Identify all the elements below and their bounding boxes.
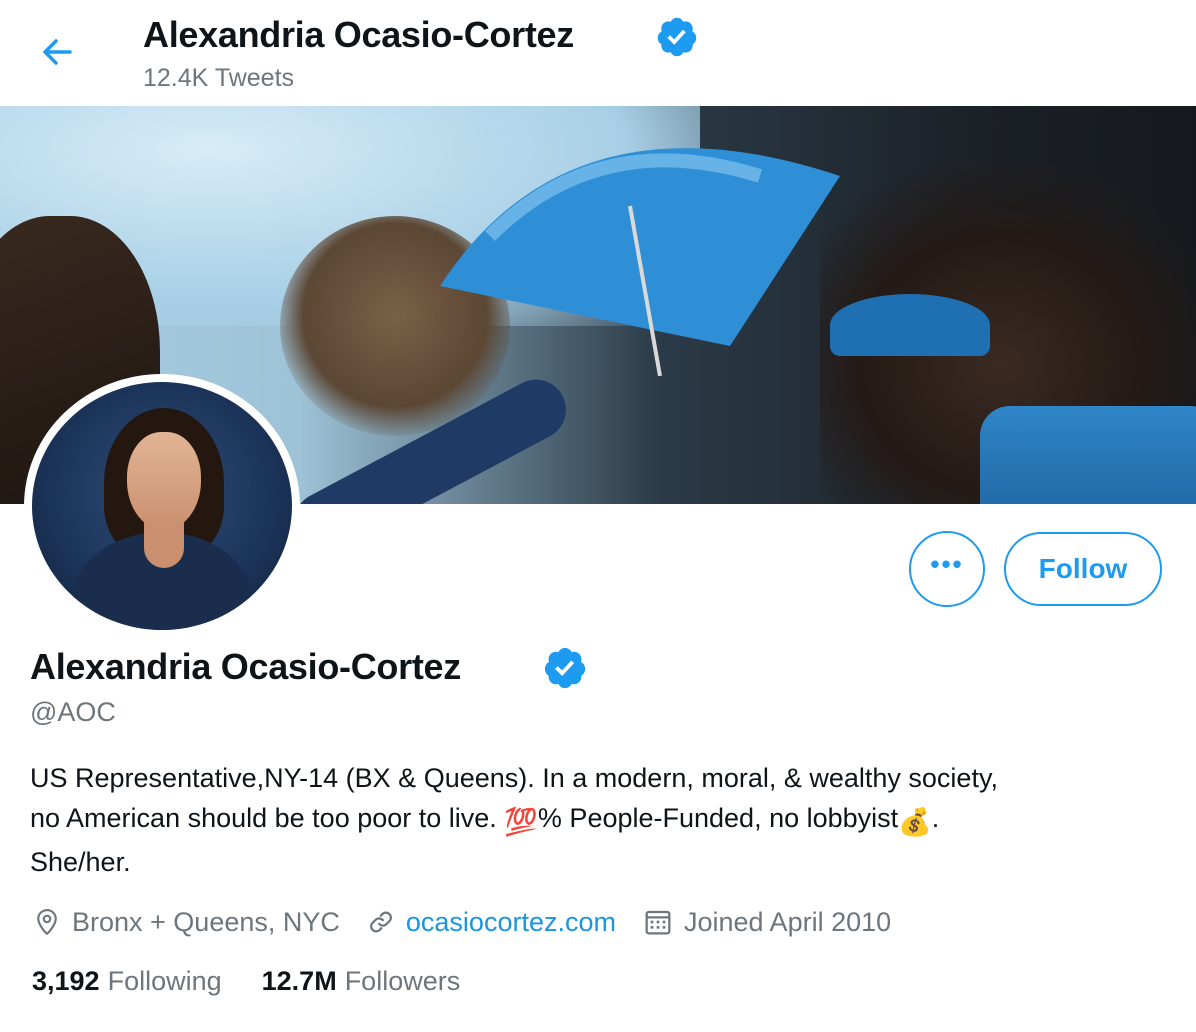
location-item: Bronx + Queens, NYC xyxy=(32,907,340,938)
profile-bio: US Representative,NY-14 (BX & Queens). I… xyxy=(30,758,1170,882)
profile-meta: Bronx + Queens, NYC ocasiocortez.com Joi… xyxy=(32,902,917,942)
verified-badge-icon xyxy=(657,17,697,57)
following-label: Following xyxy=(107,966,222,996)
bio-line: no American should be too poor to live. … xyxy=(30,798,1170,842)
joined-item: Joined April 2010 xyxy=(642,906,891,938)
bio-line: She/her. xyxy=(30,847,131,877)
link-icon xyxy=(369,911,392,933)
arrow-left-icon xyxy=(43,39,72,65)
profile-header: Alexandria Ocasio-Cortez 12.4K Tweets xyxy=(0,0,1196,106)
hundred-points-icon: 💯 xyxy=(504,807,538,837)
more-options-button[interactable]: ••• xyxy=(909,531,985,607)
header-title: Alexandria Ocasio-Cortez xyxy=(143,14,574,55)
website-link[interactable]: ocasiocortez.com xyxy=(406,907,616,938)
following-link[interactable]: 3,192 Following xyxy=(32,966,222,997)
profile-name: Alexandria Ocasio-Cortez xyxy=(30,646,461,687)
location-text: Bronx + Queens, NYC xyxy=(72,906,340,937)
followers-link[interactable]: 12.7M Followers xyxy=(262,966,461,997)
profile-avatar[interactable] xyxy=(24,374,300,638)
calendar-icon xyxy=(645,910,671,935)
profile-handle: @AOC xyxy=(30,697,116,727)
joined-date: Joined April 2010 xyxy=(683,906,892,937)
location-pin-icon xyxy=(37,909,57,935)
back-button[interactable] xyxy=(36,30,80,74)
verified-badge-icon xyxy=(544,647,586,689)
follow-button[interactable]: Follow xyxy=(1004,532,1162,606)
more-dots-icon: ••• xyxy=(930,549,964,579)
website-item: ocasiocortez.com xyxy=(366,907,616,938)
following-count: 3,192 xyxy=(32,966,100,996)
profile-stats: 3,192 Following 12.7M Followers xyxy=(32,966,500,997)
tweet-count: 12.4K Tweets xyxy=(143,64,295,92)
money-bag-icon: 💰 xyxy=(898,807,932,837)
followers-label: Followers xyxy=(344,966,461,996)
followers-count: 12.7M xyxy=(261,966,337,996)
bio-line: US Representative,NY-14 (BX & Queens). I… xyxy=(30,763,998,793)
